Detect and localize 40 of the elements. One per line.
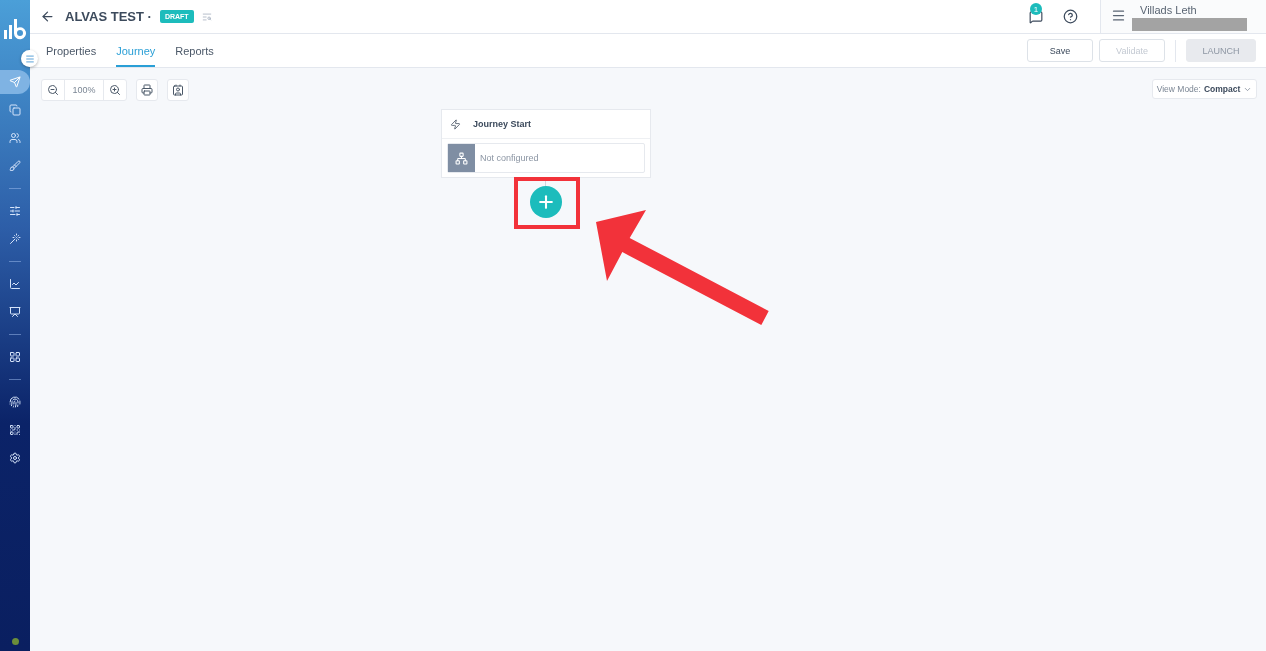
highlight-frame (514, 177, 580, 229)
wand-icon (9, 233, 21, 245)
journey-title: ALVAS TEST · (65, 9, 152, 24)
copy-icon (9, 104, 21, 116)
users-icon (9, 132, 21, 144)
status-dot (11, 638, 19, 645)
print-button[interactable] (136, 79, 158, 101)
zoom-level: 100% (64, 80, 104, 100)
presentation-icon (9, 306, 21, 318)
action-button[interactable]: Save (1027, 39, 1093, 62)
zoom-out-icon (47, 84, 59, 96)
contact-card-button[interactable] (167, 79, 189, 101)
help-icon[interactable] (1063, 9, 1078, 24)
send-icon (9, 76, 21, 88)
line-chart-icon (9, 278, 21, 290)
messages-button[interactable] (1029, 9, 1043, 24)
menu-icon (24, 53, 35, 64)
network-icon (448, 144, 475, 172)
back-button[interactable] (40, 9, 55, 24)
sliders-icon (9, 205, 21, 217)
settings-icon (9, 452, 21, 464)
grid-icon (9, 351, 21, 363)
qr-code-icon (9, 424, 21, 436)
journey-start-card[interactable]: Journey Start Not configured (441, 109, 651, 178)
printer-icon (141, 84, 153, 96)
lightning-icon (450, 118, 461, 130)
add-step-button[interactable] (530, 186, 562, 218)
contact-card-icon (172, 84, 184, 96)
tab[interactable]: Reports (175, 34, 214, 67)
brush-icon (9, 160, 21, 172)
menu-icon[interactable] (1111, 8, 1126, 23)
zoom-in-icon (109, 84, 121, 96)
user-name: Villads Leth (1140, 4, 1198, 16)
fingerprint-icon (9, 396, 21, 408)
logo-icon (3, 18, 27, 40)
plus-icon (536, 192, 556, 212)
card-title: Journey Start (473, 119, 532, 129)
entry-status: Not configured (480, 153, 539, 163)
tab[interactable]: Properties (46, 34, 97, 67)
view-mode-select[interactable]: View Mode: Compact (1152, 79, 1257, 99)
